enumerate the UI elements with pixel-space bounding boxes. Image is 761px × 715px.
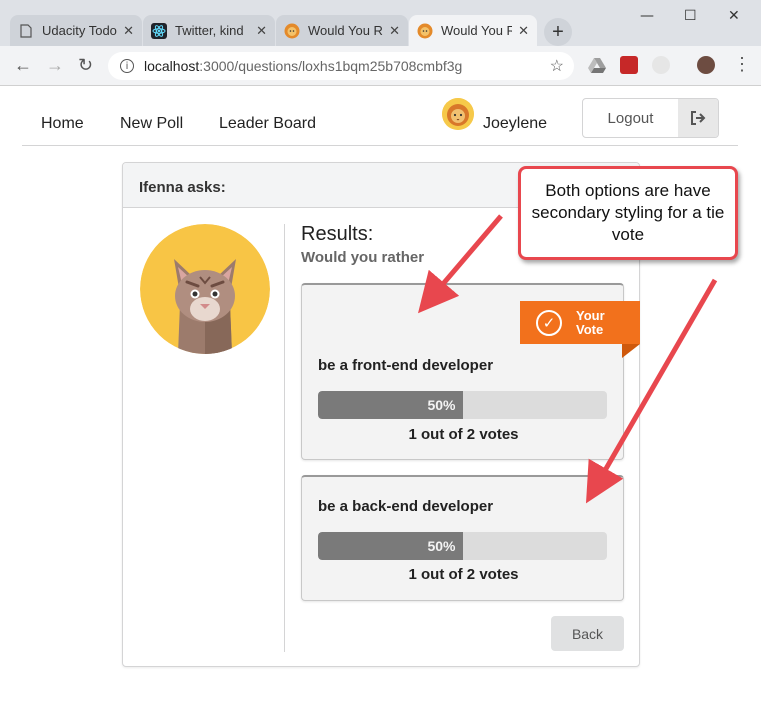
vote-count: 1 out of 2 votes <box>408 566 519 583</box>
tab-title: Would You R <box>441 23 513 38</box>
close-window-icon[interactable]: ✕ <box>728 8 740 24</box>
user-avatar <box>442 98 474 130</box>
app-nav: Home New Poll Leader Board Joeylene Logo… <box>22 86 738 146</box>
vote-count: 1 out of 2 votes <box>408 426 519 443</box>
progress-bar: 50% <box>318 391 607 419</box>
browser-tab-1[interactable]: Udacity Todo ✕ <box>10 15 142 46</box>
check-circle-icon: ✓ <box>536 309 562 336</box>
ribbon-tail <box>622 344 640 358</box>
extension-red-icon[interactable] <box>620 56 638 74</box>
annotation-callout: Both options are have secondary styling … <box>518 166 738 260</box>
minimize-icon[interactable]: — <box>640 8 654 24</box>
option-result-card: be a back-end developer 50% 1 out of 2 v… <box>301 475 624 601</box>
logout-label: Logout <box>607 109 654 127</box>
drive-icon[interactable] <box>588 56 606 74</box>
reload-icon[interactable]: ↻ <box>78 55 93 76</box>
url-path: :3000/questions/loxhs1bqm25b708cmbf3g <box>199 58 463 74</box>
browser-tab-2[interactable]: Twitter, kind ✕ <box>143 15 275 46</box>
browser-tab-3[interactable]: Would You R ✕ <box>276 15 408 46</box>
new-tab-button[interactable]: + <box>544 18 572 46</box>
url-host: localhost <box>144 58 200 74</box>
back-button[interactable]: Back <box>551 616 624 651</box>
forward-arrow-icon[interactable]: → <box>46 55 64 76</box>
progress-bar-fill: 50% <box>318 532 463 560</box>
document-icon <box>18 23 34 39</box>
asker-label: Ifenna asks: <box>139 179 226 196</box>
logout-button[interactable]: Logout <box>582 98 719 138</box>
tab-title: Would You R <box>308 23 383 38</box>
browser-tab-active[interactable]: Would You R ✕ <box>409 15 537 46</box>
close-icon[interactable]: ✕ <box>389 23 400 39</box>
percent-label: 50% <box>427 538 456 554</box>
close-icon[interactable]: ✕ <box>518 23 529 39</box>
progress-bar-fill: 50% <box>318 391 463 419</box>
nav-home[interactable]: Home <box>41 115 84 133</box>
lion-icon <box>417 23 433 39</box>
star-icon[interactable]: ☆ <box>550 56 564 76</box>
address-bar[interactable]: i localhost:3000/questions/loxhs1bqm25b7… <box>108 52 574 80</box>
lion-icon <box>284 23 300 39</box>
results-title: Results: <box>301 223 374 245</box>
author-avatar <box>140 224 270 354</box>
tab-title: Twitter, kind <box>175 23 244 38</box>
close-icon[interactable]: ✕ <box>123 23 134 39</box>
browser-titlebar: Udacity Todo ✕ Twitter, kind ✕ Would You… <box>0 0 761 46</box>
tab-title: Udacity Todo <box>42 23 117 38</box>
option-text: be a front-end developer <box>318 357 494 374</box>
nav-leader-board[interactable]: Leader Board <box>219 115 316 133</box>
extension-gray-icon[interactable] <box>652 56 670 74</box>
poll-question: Would you rather <box>301 249 425 266</box>
react-icon <box>151 22 167 39</box>
vertical-divider <box>284 224 285 652</box>
plus-icon: + <box>552 20 564 43</box>
username: Joeylene <box>483 115 548 132</box>
menu-dots-icon[interactable]: ⋮ <box>733 54 751 75</box>
back-arrow-icon[interactable]: ← <box>14 55 32 76</box>
progress-bar: 50% <box>318 532 607 560</box>
sign-out-icon <box>678 99 718 137</box>
percent-label: 50% <box>427 397 456 413</box>
your-vote-badge: ✓ Your Vote <box>520 301 640 344</box>
badge-label: Your Vote <box>576 307 605 337</box>
info-icon[interactable]: i <box>120 59 134 73</box>
maximize-icon[interactable]: ☐ <box>684 8 697 24</box>
close-icon[interactable]: ✕ <box>256 23 267 39</box>
nav-new-poll[interactable]: New Poll <box>120 115 183 133</box>
browser-toolbar: ← → ↻ i localhost:3000/questions/loxhs1b… <box>0 46 761 86</box>
option-text: be a back-end developer <box>318 498 494 515</box>
profile-avatar[interactable] <box>697 56 715 74</box>
